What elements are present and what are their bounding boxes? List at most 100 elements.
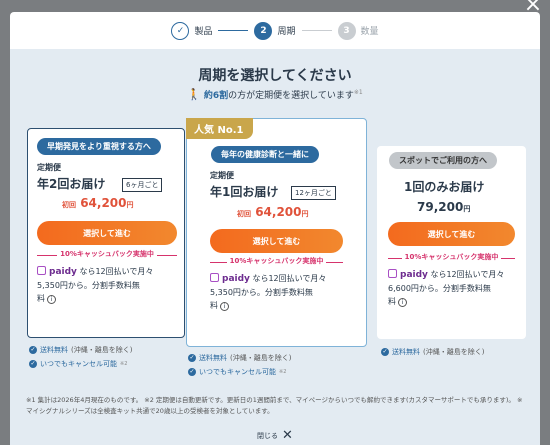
check-icon: ✓ xyxy=(188,368,196,376)
footnote-ref: ※2 xyxy=(279,369,287,375)
benefit-item: ✓ 送料無料 (沖縄・離島を除く) xyxy=(381,347,484,357)
benefit-item: ✓ 送料無料 (沖縄・離島を除く) xyxy=(188,353,291,363)
step-connector xyxy=(301,29,332,32)
check-icon: ✓ xyxy=(29,346,37,354)
check-icon: ✓ xyxy=(381,348,389,356)
step-label: 周期 xyxy=(277,27,296,37)
footnote-ref: ※1 xyxy=(353,89,363,96)
step-number: 3 xyxy=(337,21,356,40)
cashback-label: 10%キャッシュバック実施中 xyxy=(210,256,343,266)
paidy-logo: paidy xyxy=(400,270,428,280)
paidy-text: 料 xyxy=(210,301,218,310)
paidy-text: 6,600円から。分割手数料無 xyxy=(388,284,491,293)
paidy-text: 料 xyxy=(37,294,45,303)
page-title: 周期を選択してください xyxy=(198,68,352,84)
paidy-text: 5,350円から。分割手数料無 xyxy=(210,288,313,297)
subheading-suffix: の方が定期便を選択しています xyxy=(228,91,354,101)
cashback-label: 10%キャッシュバック実施中 xyxy=(37,249,177,259)
plan-card-yearly[interactable]: 人気 No.1 毎年の健康診断と一緒に 定期便 年1回お届け 12ヶ月ごと 初回… xyxy=(186,118,367,347)
step-number: 2 xyxy=(254,21,273,40)
plan-card-one-time[interactable]: スポットでご利用の方へ 1回のみお届け 79,200円 選択して進む 10%キャ… xyxy=(377,146,526,339)
price-value: 64,200 xyxy=(80,196,127,210)
paidy-logo-icon xyxy=(37,266,46,275)
cycle-badge: 12ヶ月ごと xyxy=(291,186,336,200)
info-icon[interactable]: i xyxy=(398,298,407,307)
paidy-text: 5,350円から。分割手数料無 xyxy=(37,281,140,290)
price-unit: 円 xyxy=(126,201,134,209)
plan-name: 年1回お届け xyxy=(210,185,279,199)
benefit-text: いつでもキャンセル可能 xyxy=(199,368,276,376)
benefit-note: (沖縄・離島を除く) xyxy=(423,348,485,356)
subheading: 🚶 約6割の方が定期便を選択しています※1 xyxy=(10,88,540,101)
info-icon[interactable]: i xyxy=(220,302,229,311)
paidy-text: なら12回払いで月々 xyxy=(430,270,505,279)
card3-benefits: ✓ 送料無料 (沖縄・離島を除く) xyxy=(381,347,484,361)
plan-type: 定期便 xyxy=(210,171,234,180)
step-label: 数量 xyxy=(360,27,379,37)
price: 79,200円 xyxy=(417,200,470,214)
benefit-text: 送料無料 xyxy=(199,354,227,362)
close-button[interactable]: 閉じる ✕ xyxy=(10,428,540,443)
benefit-item: ✓ 送料無料 (沖縄・離島を除く) xyxy=(29,345,132,355)
price-unit: 円 xyxy=(463,205,471,213)
paidy-text: なら12回払いで月々 xyxy=(79,267,154,276)
paidy-text: 料 xyxy=(388,297,396,306)
paidy-logo-icon xyxy=(210,273,219,282)
info-icon[interactable]: i xyxy=(47,295,56,304)
paidy-info: paidy なら12回払いで月々 5,350円から。分割手数料無 料i xyxy=(37,265,182,305)
plan-name: 1回のみお届け xyxy=(404,180,485,194)
benefit-text: いつでもキャンセル可能 xyxy=(40,360,117,368)
select-button[interactable]: 選択して進む xyxy=(210,229,343,253)
benefit-item: ✓ いつでもキャンセル可能 ※2 xyxy=(188,367,291,377)
subheading-prefix: 約 xyxy=(203,91,213,101)
stepper: ✓ 製品 2 周期 3 数量 xyxy=(10,12,540,49)
step-connector xyxy=(218,29,249,32)
cashback-text: 10%キャッシュバック実施中 xyxy=(226,257,327,265)
paidy-logo: paidy xyxy=(222,274,250,284)
cashback-text: 10%キャッシュバック実施中 xyxy=(401,253,502,261)
cashback-label: 10%キャッシュバック実施中 xyxy=(388,252,515,262)
price: 初回 64,200円 xyxy=(62,196,134,210)
price-value: 79,200 xyxy=(417,200,464,214)
plan-ribbon: スポットでご利用の方へ xyxy=(389,152,497,169)
benefit-text: 送料無料 xyxy=(392,348,420,356)
price-unit: 円 xyxy=(301,210,309,218)
subheading-highlight: 6割 xyxy=(212,91,229,101)
paidy-info: paidy なら12回払いで月々 5,350円から。分割手数料無 料i xyxy=(210,272,365,312)
step-product: ✓ 製品 xyxy=(171,21,213,40)
step-label: 製品 xyxy=(194,27,213,37)
benefit-note: (沖縄・離島を除く) xyxy=(71,346,133,354)
step-quantity: 3 数量 xyxy=(337,21,379,40)
price-value: 64,200 xyxy=(255,205,302,219)
close-label: 閉じる xyxy=(257,431,279,440)
check-icon: ✓ xyxy=(171,21,190,40)
cycle-badge: 6ヶ月ごと xyxy=(122,178,163,192)
card2-benefits: ✓ 送料無料 (沖縄・離島を除く) ✓ いつでもキャンセル可能 ※2 xyxy=(188,353,291,381)
card1-benefits: ✓ 送料無料 (沖縄・離島を除く) ✓ いつでもキャンセル可能 ※2 xyxy=(29,345,132,373)
step-cycle: 2 周期 xyxy=(254,21,296,40)
select-button[interactable]: 選択して進む xyxy=(388,222,515,246)
benefit-item: ✓ いつでもキャンセル可能 ※2 xyxy=(29,359,132,369)
cycle-select-modal: ✓ 製品 2 周期 3 数量 周期を選択してください 🚶 約6割の方が定期便を選… xyxy=(10,12,540,445)
cashback-text: 10%キャッシュバック実施中 xyxy=(57,250,157,258)
benefit-note: (沖縄・離島を除く) xyxy=(230,354,292,362)
close-icon: ✕ xyxy=(282,428,293,443)
footnote-ref: ※2 xyxy=(120,361,128,367)
check-icon: ✓ xyxy=(188,354,196,362)
plan-name: 年2回お届け xyxy=(37,177,106,191)
content-area: 周期を選択してください 🚶 約6割の方が定期便を選択しています※1 早期発見をよ… xyxy=(10,49,540,445)
benefit-text: 送料無料 xyxy=(40,346,68,354)
plan-type: 定期便 xyxy=(37,163,61,172)
paidy-text: なら12回払いで月々 xyxy=(252,274,327,283)
check-icon: ✓ xyxy=(29,360,37,368)
price: 初回 64,200円 xyxy=(237,205,309,219)
paidy-logo-icon xyxy=(388,269,397,278)
paidy-logo: paidy xyxy=(49,267,77,277)
paidy-info: paidy なら12回払いで月々 6,600円から。分割手数料無 料i xyxy=(388,268,523,308)
plan-ribbon: 毎年の健康診断と一緒に xyxy=(211,146,319,163)
footnotes: ※1 集計は2026年4月現在のものです。 ※2 定期便は自動更新です。更新日の… xyxy=(26,396,523,415)
first-label: 初回 xyxy=(237,210,251,218)
plan-card-twice-yearly[interactable]: 早期発見をより重視する方へ 定期便 年2回お届け 6ヶ月ごと 初回 64,200… xyxy=(27,128,185,338)
select-button[interactable]: 選択して進む xyxy=(37,221,177,245)
first-label: 初回 xyxy=(62,201,76,209)
